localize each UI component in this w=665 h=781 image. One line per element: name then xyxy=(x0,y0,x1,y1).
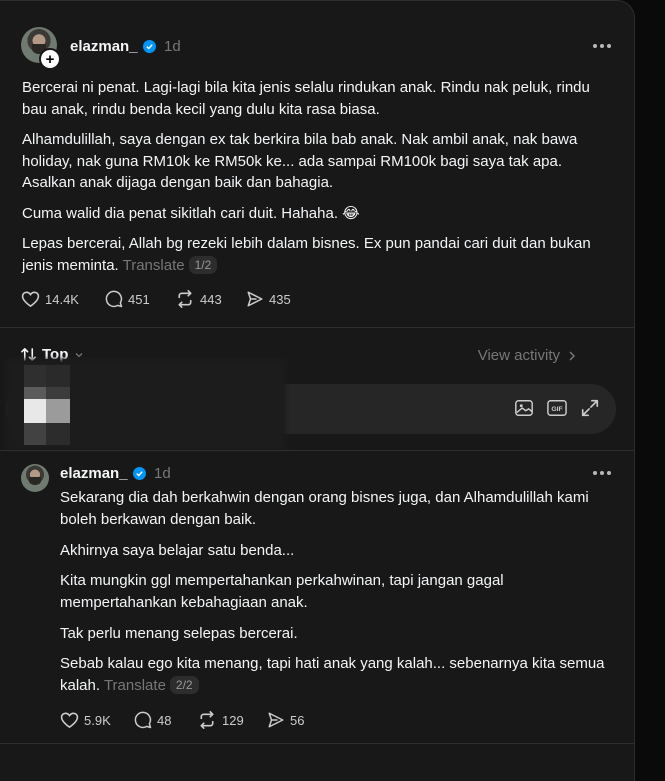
page-indicator: 1/2 xyxy=(188,255,218,274)
comment-button[interactable]: 48 xyxy=(134,711,197,729)
post-text: Kita mungkin ggl mempertahankan perkahwi… xyxy=(60,572,504,611)
post-text: Alhamdulillah, saya dengan ex tak berkir… xyxy=(22,131,578,191)
view-activity-label: View activity xyxy=(477,347,560,364)
thread-card: + elazman_ 1d Bercerai ni penat. Lagi-la… xyxy=(0,0,635,781)
avatar[interactable] xyxy=(21,464,49,492)
repost-count: 129 xyxy=(222,712,244,728)
follow-plus-icon[interactable]: + xyxy=(39,48,61,70)
divider xyxy=(0,327,634,328)
verified-icon xyxy=(143,40,156,53)
post-time: 1d xyxy=(154,465,171,482)
translate-link[interactable]: Translate xyxy=(104,677,166,694)
heart-icon xyxy=(60,712,79,729)
post-time: 1d xyxy=(164,38,181,55)
gif-icon[interactable]: GIF xyxy=(546,398,568,418)
divider xyxy=(0,743,634,744)
repost-icon xyxy=(178,290,192,308)
post-text: Lepas bercerai, Allah bg rezeki lebih da… xyxy=(22,235,591,274)
username[interactable]: elazman_ xyxy=(70,38,138,55)
post-text: Cuma walid dia penat sikitlah cari duit.… xyxy=(22,205,360,222)
verified-icon xyxy=(133,467,146,480)
chevron-down-icon xyxy=(75,352,83,357)
like-count: 5.9K xyxy=(84,712,111,728)
divider xyxy=(0,450,634,451)
repost-icon xyxy=(200,711,214,729)
share-count: 56 xyxy=(290,712,305,728)
post-text-last: Lepas bercerai, Allah bg rezeki lebih da… xyxy=(22,233,614,276)
more-options-icon[interactable] xyxy=(593,471,611,475)
username[interactable]: elazman_ xyxy=(60,465,128,482)
main-post: + elazman_ 1d Bercerai ni penat. Lagi-la… xyxy=(0,1,634,327)
post-text: Sekarang dia dah berkahwin dengan orang … xyxy=(60,489,589,528)
repost-button[interactable]: 443 xyxy=(175,290,246,308)
like-button[interactable]: 14.4K xyxy=(21,290,105,308)
post-text: Tak perlu menang selepas bercerai. xyxy=(60,625,298,642)
svg-text:GIF: GIF xyxy=(551,406,562,413)
chevron-right-icon xyxy=(569,350,576,361)
pixelated-avatar xyxy=(6,359,286,451)
comment-icon xyxy=(105,290,123,308)
comment-button[interactable]: 451 xyxy=(105,290,175,308)
comment-count: 451 xyxy=(128,291,150,307)
like-button[interactable]: 5.9K xyxy=(60,711,134,729)
repost-count: 443 xyxy=(200,291,222,307)
post-text: Bercerai ni penat. Lagi-lagi bila kita j… xyxy=(22,79,590,118)
post-text: Akhirnya saya belajar satu benda... xyxy=(60,542,295,559)
repost-button[interactable]: 129 xyxy=(197,711,267,729)
page-indicator: 2/2 xyxy=(169,675,199,694)
send-icon xyxy=(247,291,263,307)
share-count: 435 xyxy=(269,291,291,307)
comment-count: 48 xyxy=(157,712,172,728)
heart-icon xyxy=(21,291,40,308)
like-count: 14.4K xyxy=(45,291,79,307)
comment-icon xyxy=(134,711,152,729)
view-activity-link[interactable]: View activity xyxy=(478,347,576,364)
post-text-last: Sebab kalau ego kita menang, tapi hati a… xyxy=(60,653,620,696)
expand-icon[interactable] xyxy=(580,398,600,418)
translate-link[interactable]: Translate xyxy=(123,257,185,274)
share-button[interactable]: 435 xyxy=(246,290,291,308)
send-icon xyxy=(268,712,284,728)
more-options-icon[interactable] xyxy=(593,44,611,48)
share-button[interactable]: 56 xyxy=(267,711,304,729)
image-icon[interactable] xyxy=(514,398,534,418)
